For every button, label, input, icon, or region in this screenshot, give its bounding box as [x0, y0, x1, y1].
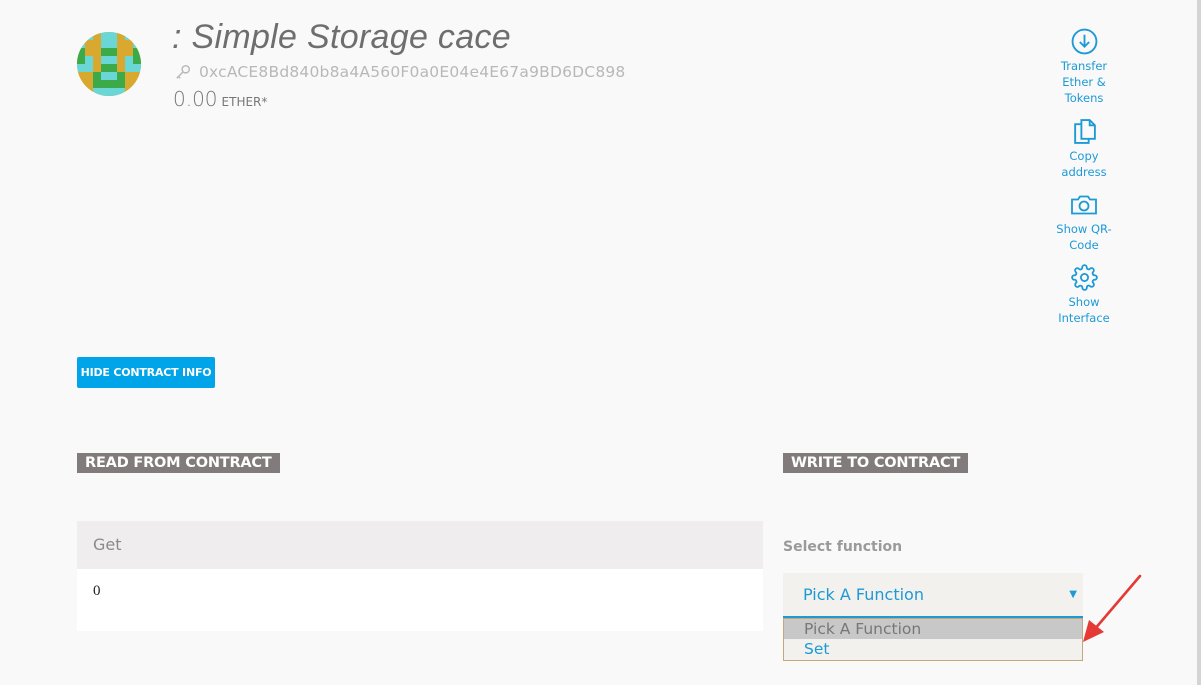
read-function-result: 0: [77, 569, 763, 631]
contract-page: : Simple Storage cace 0xcACE8Bd840b8a4A5…: [0, 0, 1201, 685]
contract-title: : Simple Storage cace: [172, 18, 511, 56]
write-to-contract-heading: WRITE TO CONTRACT: [783, 453, 969, 473]
select-function-label: Select function: [783, 539, 903, 555]
copy-document-icon: [1073, 119, 1096, 144]
function-dropdown-list: Pick A Function Set: [783, 618, 1083, 661]
key-icon: [176, 64, 191, 79]
show-qr-code-label: Show QR-Code: [1056, 222, 1112, 252]
hide-contract-info-button[interactable]: HIDE CONTRACT INFO: [77, 357, 215, 388]
transfer-ether-tokens-label: Transfer Ether & Tokens: [1060, 59, 1108, 105]
contract-address[interactable]: 0xcACE8Bd840b8a4A560F0a0E04e4E67a9BD6DC8…: [199, 63, 626, 81]
arrow-down-circle-icon: [1071, 28, 1097, 55]
annotation-arrow-icon: [1083, 574, 1142, 642]
contract-identicon-avatar: [77, 32, 141, 96]
copy-address-button[interactable]: Copy address: [1050, 118, 1118, 180]
caret-down-icon: ▼: [1069, 589, 1077, 600]
read-from-contract-heading: READ FROM CONTRACT: [77, 453, 280, 473]
copy-address-label: Copy address: [1061, 149, 1107, 179]
show-interface-label: Show Interface: [1058, 295, 1110, 325]
function-select[interactable]: Pick A Function ▼: [783, 573, 1083, 618]
contract-address-row: 0xcACE8Bd840b8a4A560F0a0E04e4E67a9BD6DC8…: [174, 63, 626, 81]
show-qr-code-button[interactable]: Show QR-Code: [1050, 191, 1118, 253]
balance: 0.00 ETHER*: [173, 87, 267, 111]
window-edge: [1197, 0, 1201, 685]
dropdown-option-pick-a-function[interactable]: Pick A Function: [784, 619, 1082, 639]
balance-unit: ETHER*: [221, 95, 268, 109]
read-function-name: Get: [77, 521, 763, 569]
gear-icon: [1070, 264, 1098, 291]
show-interface-button[interactable]: Show Interface: [1050, 264, 1118, 326]
transfer-ether-tokens-button[interactable]: Transfer Ether & Tokens: [1050, 28, 1118, 106]
camera-icon: [1071, 195, 1097, 215]
dropdown-option-set[interactable]: Set: [784, 639, 1082, 659]
function-select-value: Pick A Function: [803, 585, 924, 604]
balance-amount: 0.00: [173, 87, 218, 111]
